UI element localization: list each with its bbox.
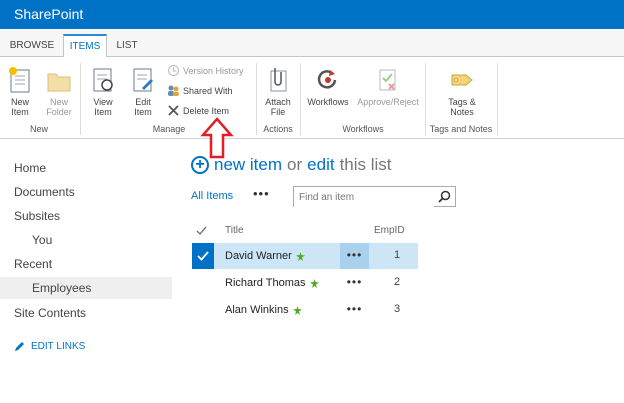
workflows-button[interactable]: Workflows [304,66,352,107]
pencil-icon [15,342,24,351]
delete-x-icon [168,105,179,116]
new-item-button[interactable]: New Item [2,66,38,117]
version-history-label: Version History [183,65,244,76]
nav-item-site-contents[interactable]: Site Contents [14,306,86,320]
table-row[interactable]: David Warner ••• 1 [192,243,418,269]
row-title[interactable]: Alan Winkins [225,304,289,316]
new-item-icon [9,67,30,93]
edit-item-label: Edit Item [134,97,152,117]
new-badge-icon [295,251,305,261]
history-icon [168,65,179,76]
nav-item-you[interactable]: You [32,233,52,247]
approve-reject-icon [379,69,396,91]
row-title[interactable]: Richard Thomas [225,277,306,289]
tab-browse[interactable]: BROWSE [6,34,58,58]
new-item-link[interactable]: new item [214,155,282,175]
edit-item-button[interactable]: Edit Item [126,66,160,117]
group-divider [80,63,81,135]
group-label-actions: Actions [263,124,293,134]
row-menu-button[interactable]: ••• [340,270,369,296]
delete-item-button[interactable]: Delete Item [167,104,229,117]
select-all-check-icon[interactable] [196,225,207,236]
view-item-label: View Item [93,97,113,117]
new-item-bar: + new item or edit this list [191,155,392,175]
edit-item-icon [133,68,153,92]
row-empid: 2 [394,276,401,288]
nav-item-home[interactable]: Home [14,161,46,175]
attach-file-label: Attach File [265,97,291,117]
group-label-workflows: Workflows [342,124,384,134]
check-icon [197,251,209,261]
workflow-icon [317,70,337,89]
shared-with-button[interactable]: Shared With [167,84,233,97]
row-empid: 1 [394,249,401,261]
edit-links-button[interactable]: EDIT LINKS [14,341,85,352]
group-label-tags-notes: Tags and Notes [429,124,493,134]
group-divider [425,63,426,135]
tab-list[interactable]: LIST [110,34,144,58]
tab-items[interactable]: ITEMS [63,34,107,58]
up-arrow-icon [200,117,234,159]
edit-list-link[interactable]: edit [307,155,334,175]
approve-reject-label: Approve/Reject [357,97,419,107]
shared-with-label: Shared With [183,85,233,96]
new-item-label: New Item [10,97,29,117]
search-icon[interactable] [438,190,451,203]
new-badge-icon [309,278,319,288]
tags-notes-label: Tags & Notes [448,97,476,117]
new-badge-icon [292,305,302,315]
ribbon: New Item New Folder New View Item Edit I… [0,57,624,139]
nav-item-subsites[interactable]: Subsites [14,209,60,223]
nav-item-documents[interactable]: Documents [14,185,75,199]
edit-links-label: EDIT LINKS [31,341,86,352]
table-row[interactable]: Alan Winkins ••• 3 [192,297,418,323]
view-more-button[interactable]: ••• [253,186,270,201]
folder-icon [47,73,71,92]
view-item-icon [93,68,113,92]
group-divider [300,63,301,135]
nav-item-recent[interactable]: Recent [14,257,52,271]
view-all-items[interactable]: All Items [191,190,233,202]
view-item-button[interactable]: View Item [86,66,120,117]
search-box [293,186,456,207]
new-folder-button[interactable]: New Folder [42,66,76,117]
nav-item-employees[interactable]: Employees [32,281,91,295]
row-checkbox[interactable] [192,243,214,269]
plus-circle-icon[interactable]: + [191,156,209,174]
tag-icon [451,74,473,86]
version-history-button[interactable]: Version History [167,64,244,77]
row-empid: 3 [394,303,401,315]
table-row[interactable]: Richard Thomas ••• 2 [192,270,418,296]
tags-notes-button[interactable]: Tags & Notes [441,66,483,117]
workflows-label: Workflows [307,97,349,107]
people-icon [168,85,179,96]
this-list-text: this list [339,155,392,174]
app-title[interactable]: SharePoint [14,6,83,22]
row-checkbox[interactable] [192,297,214,323]
approve-reject-button[interactable]: Approve/Reject [354,66,422,107]
group-divider [256,63,257,135]
new-folder-label: New Folder [46,97,72,117]
row-checkbox[interactable] [192,270,214,296]
column-header-empid[interactable]: EmpID [374,225,405,236]
suite-bar: SharePoint [0,0,624,29]
delete-item-label: Delete Item [183,105,230,116]
paperclip-icon [270,68,287,92]
row-menu-button[interactable]: ••• [340,297,369,323]
search-input[interactable] [294,188,434,207]
row-title[interactable]: David Warner [225,250,292,262]
column-header-title[interactable]: Title [225,225,244,236]
row-menu-button[interactable]: ••• [340,243,369,269]
attach-file-button[interactable]: Attach File [261,66,295,117]
or-text: or [287,155,303,174]
group-label-new: New [29,124,48,134]
group-divider [497,63,498,135]
ribbon-tab-row: BROWSE ITEMS LIST [0,29,624,58]
